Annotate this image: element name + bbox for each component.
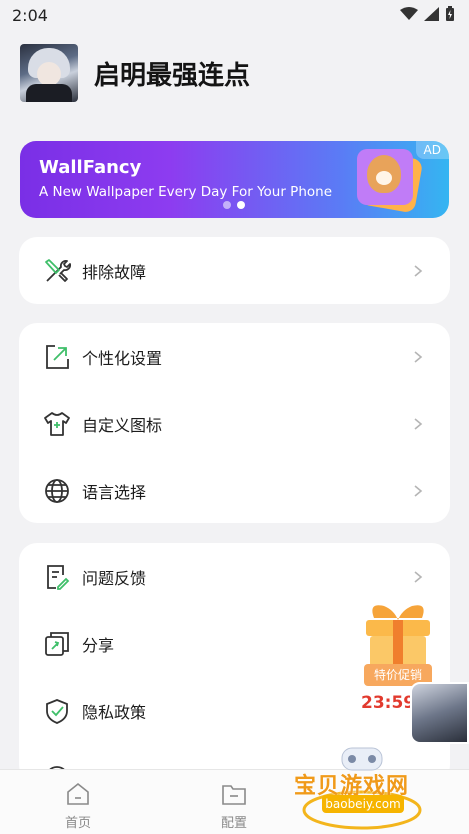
- menu-item-troubleshoot[interactable]: 排除故障: [19, 237, 450, 304]
- status-bar: 2:04: [0, 0, 469, 32]
- signal-icon: [424, 7, 439, 21]
- folder-icon: [222, 785, 246, 805]
- ad-badge: AD: [415, 141, 449, 159]
- menu-item-personalization[interactable]: 个性化设置: [19, 323, 450, 390]
- wifi-icon: [400, 7, 418, 20]
- dog-mascot-icon: [367, 155, 401, 193]
- settings-card: 个性化设置 自定义图标 语言选择: [19, 323, 450, 523]
- chevron-right-icon: [414, 570, 423, 583]
- menu-item-label: 自定义图标: [82, 415, 163, 435]
- menu-item-label: 语言选择: [82, 482, 147, 502]
- menu-item-label: 问题反馈: [82, 568, 147, 588]
- troubleshoot-card: 排除故障: [19, 237, 450, 304]
- status-time: 2:04: [12, 6, 48, 25]
- chevron-right-icon: [414, 264, 423, 277]
- globe-icon: [45, 478, 69, 503]
- menu-item-label: 分享: [82, 635, 115, 655]
- banner-pagination: [223, 201, 245, 209]
- chevron-right-icon: [414, 417, 423, 430]
- menu-item-label: 排除故障: [82, 262, 147, 282]
- nav-label: 首页: [64, 816, 91, 831]
- tools-icon: [45, 258, 71, 282]
- banner-title: WallFancy: [39, 157, 142, 178]
- menu-item-label: 隐私政策: [82, 702, 147, 722]
- tshirt-icon: [44, 411, 70, 436]
- nav-label: 配置: [220, 816, 247, 831]
- avatar[interactable]: [20, 44, 78, 102]
- home-icon: [67, 782, 89, 805]
- personalize-icon: [46, 344, 69, 369]
- status-icons: [400, 6, 455, 22]
- banner-dot-active[interactable]: [237, 201, 245, 209]
- banner-subtitle: A New Wallpaper Every Day For Your Phone: [39, 184, 332, 200]
- header: 启明最强连点: [20, 44, 250, 102]
- menu-item-label: 个性化设置: [82, 348, 163, 368]
- menu-item-language[interactable]: 语言选择: [19, 457, 450, 524]
- banner-dot[interactable]: [223, 201, 231, 209]
- battery-icon: [446, 6, 454, 21]
- nav-home[interactable]: 首页: [48, 782, 108, 831]
- share-icon: [45, 631, 69, 656]
- chevron-right-icon: [414, 350, 423, 363]
- menu-item-custom-icon[interactable]: 自定义图标: [19, 390, 450, 457]
- feedback-icon: [47, 564, 70, 590]
- chevron-right-icon: [414, 484, 423, 497]
- app-title: 启明最强连点: [94, 60, 251, 91]
- floating-thumbnail[interactable]: [410, 682, 469, 744]
- shield-icon: [46, 698, 68, 724]
- watermark-domain: baobeiy.com: [322, 795, 404, 813]
- nav-config[interactable]: 配置: [204, 782, 264, 831]
